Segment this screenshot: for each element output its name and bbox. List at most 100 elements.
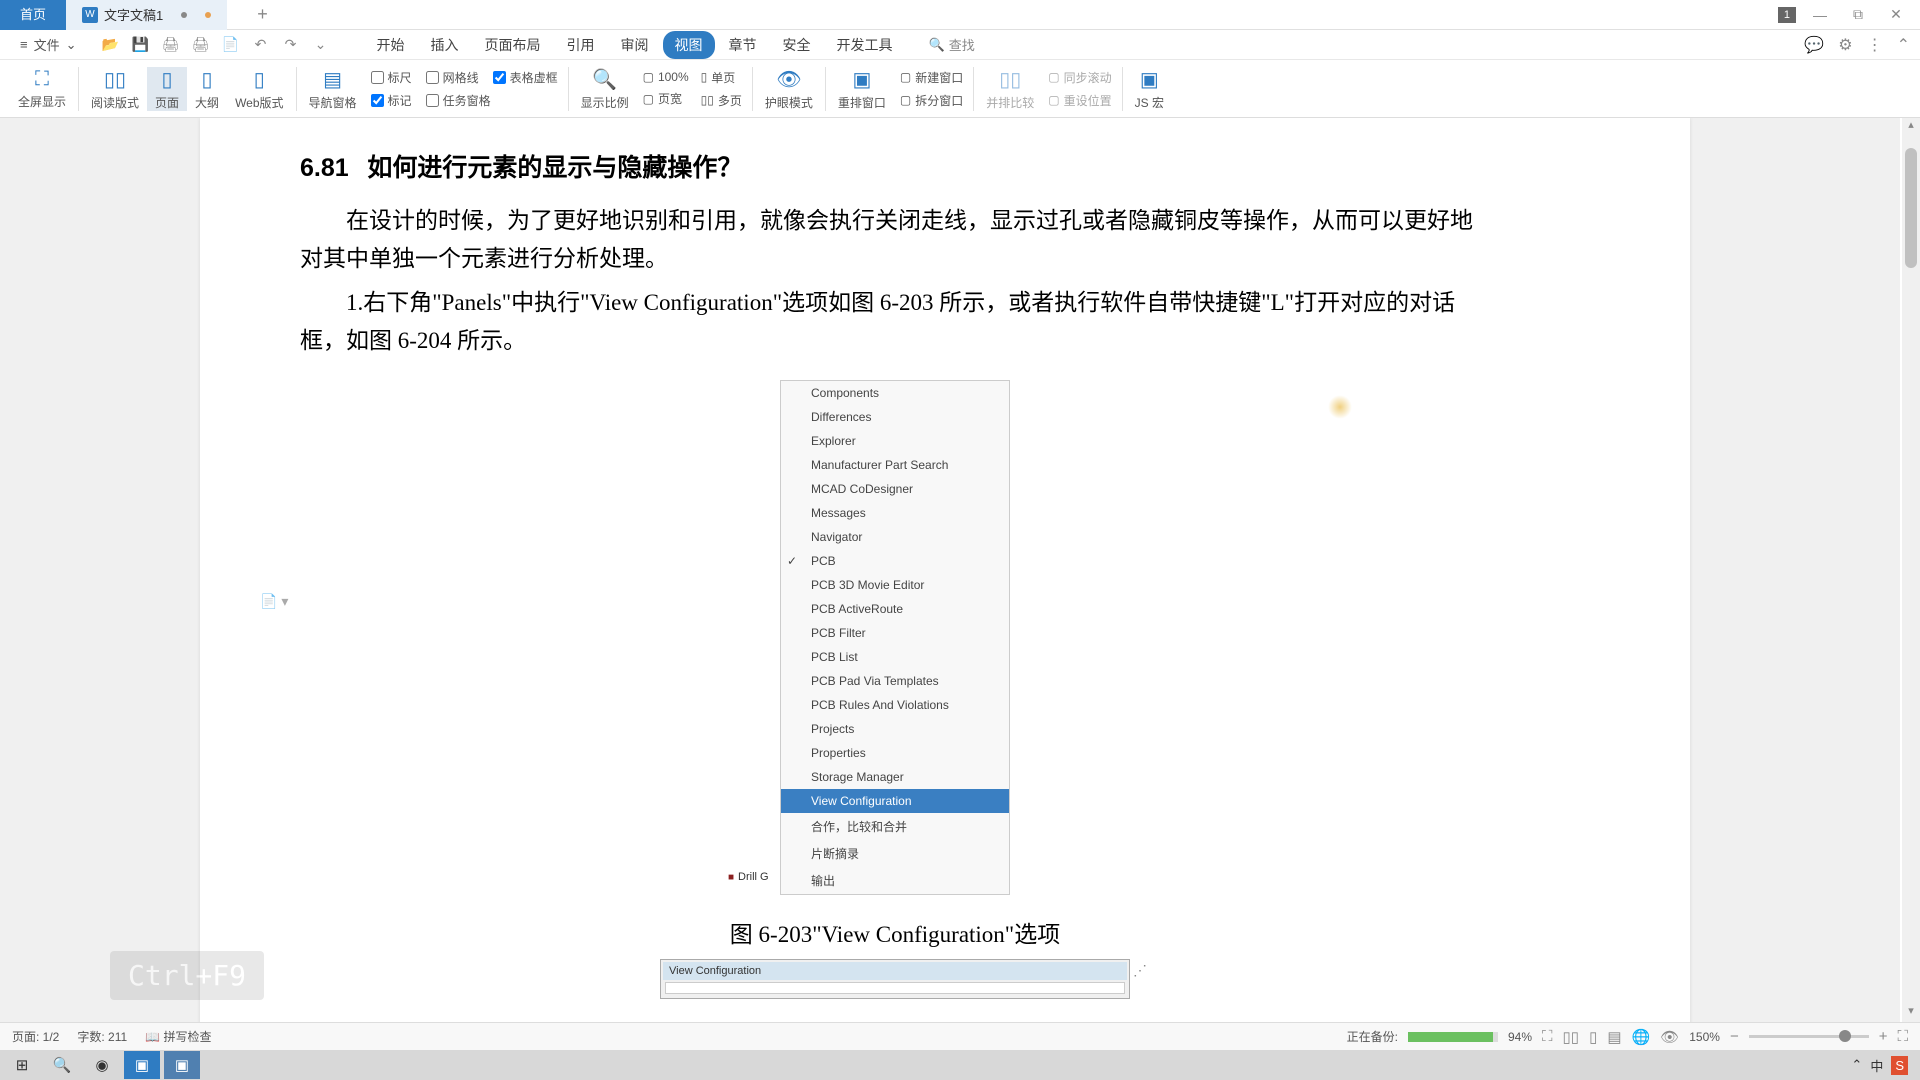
search-box[interactable]: 🔍 查找 xyxy=(929,35,975,54)
scroll-down-icon[interactable]: ▾ xyxy=(1902,1004,1920,1022)
scrollbar-thumb[interactable] xyxy=(1905,148,1917,268)
ime-indicator[interactable]: 中 xyxy=(1870,1056,1883,1075)
new-window-button[interactable]: ▢新建窗口 xyxy=(900,69,963,86)
read-mode-button[interactable]: ▯▯ 阅读版式 xyxy=(83,67,147,111)
new-tab-button[interactable]: + xyxy=(257,4,268,25)
open-icon[interactable]: 📂 xyxy=(101,36,121,53)
page-indicator[interactable]: 页面: 1/2 xyxy=(12,1028,59,1045)
eye-mode-status-icon[interactable]: 👁 xyxy=(1660,1028,1679,1046)
vertical-scrollbar[interactable]: ▴ ▾ xyxy=(1902,118,1920,1022)
view-mode-3-icon[interactable]: ▤ xyxy=(1607,1028,1621,1046)
ime-icon[interactable]: S xyxy=(1891,1056,1908,1075)
fullscreen-status-icon[interactable]: ⛶ xyxy=(1897,1028,1908,1045)
redo-icon[interactable]: ↷ xyxy=(281,36,301,53)
menu-devtools[interactable]: 开发工具 xyxy=(825,31,905,59)
view-mode-1-icon[interactable]: ▯▯ xyxy=(1563,1028,1580,1046)
spell-check[interactable]: 📖 拼写检查 xyxy=(145,1028,211,1045)
zoom-in-button[interactable]: + xyxy=(1879,1028,1888,1045)
app-2-icon[interactable]: ▣ xyxy=(164,1051,200,1079)
export-icon[interactable]: 📄 xyxy=(221,36,241,53)
zoom-slider[interactable] xyxy=(1749,1035,1869,1038)
multi-page-button[interactable]: ▯▯多页 xyxy=(701,92,742,109)
rearrange-button[interactable]: ▣ 重排窗口 xyxy=(830,67,894,111)
single-page-button[interactable]: ▯单页 xyxy=(701,69,742,86)
web-view-button[interactable]: ▯ Web版式 xyxy=(227,67,291,111)
start-button[interactable]: ⊞ xyxy=(4,1051,40,1079)
figure-2-titlebar: View Configuration xyxy=(663,962,1127,980)
task-pane-checkbox[interactable]: 任务窗格 xyxy=(426,92,491,109)
panels-menu-item: Properties xyxy=(781,741,1009,765)
scroll-up-icon[interactable]: ▴ xyxy=(1902,118,1920,136)
panels-menu-item: PCB ActiveRoute xyxy=(781,597,1009,621)
file-menu[interactable]: ≡ 文件 ⌄ xyxy=(10,35,87,54)
maximize-button[interactable]: ⧉ xyxy=(1844,1,1872,29)
collapse-icon[interactable]: ⌃ xyxy=(1897,35,1910,55)
table-guides-checkbox[interactable]: 表格虚框 xyxy=(493,69,558,86)
menu-insert[interactable]: 插入 xyxy=(419,31,471,59)
tray-expand-icon[interactable]: ⌃ xyxy=(1851,1057,1862,1073)
chrome-icon[interactable]: ◉ xyxy=(84,1051,120,1079)
zoom-button[interactable]: 🔍 显示比例 xyxy=(573,67,637,111)
menu-review[interactable]: 审阅 xyxy=(609,31,661,59)
label: 重设位置 xyxy=(1064,92,1112,109)
eye-mode-button[interactable]: 👁 护眼模式 xyxy=(757,67,821,111)
menu-view[interactable]: 视图 xyxy=(663,31,715,59)
ruler-checkbox[interactable]: 标尺 xyxy=(371,69,412,86)
chat-icon[interactable]: 💬 xyxy=(1804,35,1824,55)
zoom-level[interactable]: 150% xyxy=(1689,1030,1720,1044)
view-mode-2-icon[interactable]: ▯ xyxy=(1589,1028,1597,1046)
label: 护眼模式 xyxy=(765,94,813,111)
word-count[interactable]: 字数: 211 xyxy=(77,1028,127,1045)
gridlines-checkbox[interactable]: 网格线 xyxy=(426,69,479,86)
save-icon[interactable]: 💾 xyxy=(131,36,151,53)
dropdown-icon[interactable]: ⌄ xyxy=(311,36,331,53)
icon: ▯▯ xyxy=(701,93,714,107)
close-button[interactable]: ✕ xyxy=(1882,1,1910,29)
nav-pane-button[interactable]: ▤ 导航窗格 xyxy=(301,67,365,111)
home-tab[interactable]: 首页 xyxy=(0,0,66,30)
undo-icon[interactable]: ↶ xyxy=(251,36,271,53)
more-icon[interactable]: ⋮ xyxy=(1867,35,1883,55)
icon: ▢ xyxy=(1048,93,1059,107)
document-page[interactable]: 6.81 如何进行元素的显示与隐藏操作？ 在设计的时候，为了更好地识别和引用，就… xyxy=(200,118,1690,1039)
label: JS 宏 xyxy=(1135,94,1164,111)
marks-checkbox[interactable]: 标记 xyxy=(371,92,412,109)
split-window-button[interactable]: ▢拆分窗口 xyxy=(900,92,963,109)
search-button[interactable]: 🔍 xyxy=(44,1051,80,1079)
zoom-icon: 🔍 xyxy=(592,67,617,92)
zoom-out-button[interactable]: − xyxy=(1730,1028,1739,1045)
document-tab[interactable]: W 文字文稿1 xyxy=(66,0,227,30)
app-1-icon[interactable]: ▣ xyxy=(124,1051,160,1079)
book-icon: ▯▯ xyxy=(104,67,126,92)
print-icon[interactable]: 🖨 xyxy=(161,36,181,53)
figure-2: View Configuration ⋰ xyxy=(660,959,1130,999)
page-handle-icon[interactable]: 📄 ▾ xyxy=(260,593,288,610)
backup-label: 正在备份: xyxy=(1347,1028,1398,1045)
page-width-button[interactable]: ▢页宽 xyxy=(643,90,689,107)
panels-menu-item: PCB Rules And Violations xyxy=(781,693,1009,717)
page-view-button[interactable]: ▯ 页面 xyxy=(147,67,187,111)
outline-button[interactable]: ▯ 大纲 xyxy=(187,67,227,111)
panels-menu-item: Messages xyxy=(781,501,1009,525)
menu-references[interactable]: 引用 xyxy=(555,31,607,59)
label: 页面 xyxy=(155,94,179,111)
label: 标尺 xyxy=(388,69,412,86)
hamburger-icon: ≡ xyxy=(20,37,28,52)
zoom-thumb[interactable] xyxy=(1839,1030,1851,1042)
zoom-100-button[interactable]: ▢100% xyxy=(643,70,689,84)
print-preview-icon[interactable]: 🖨 xyxy=(191,36,211,53)
web-mode-icon[interactable]: 🌐 xyxy=(1632,1028,1651,1046)
panels-menu-item: View Configuration xyxy=(781,789,1009,813)
menu-chapter[interactable]: 章节 xyxy=(717,31,769,59)
icon: ▯ xyxy=(701,70,708,84)
menu-layout[interactable]: 页面布局 xyxy=(473,31,553,59)
fit-icon[interactable]: ⛶ xyxy=(1542,1028,1553,1045)
minimize-button[interactable]: — xyxy=(1806,1,1834,29)
notification-badge[interactable]: 1 xyxy=(1778,7,1796,23)
settings-icon[interactable]: ⚙ xyxy=(1838,35,1852,55)
menu-start[interactable]: 开始 xyxy=(365,31,417,59)
fullscreen-button[interactable]: ⛶ 全屏显示 xyxy=(10,68,74,110)
js-macro-button[interactable]: ▣ JS 宏 xyxy=(1127,67,1172,111)
menu-security[interactable]: 安全 xyxy=(771,31,823,59)
panels-menu-item: PCB Filter xyxy=(781,621,1009,645)
